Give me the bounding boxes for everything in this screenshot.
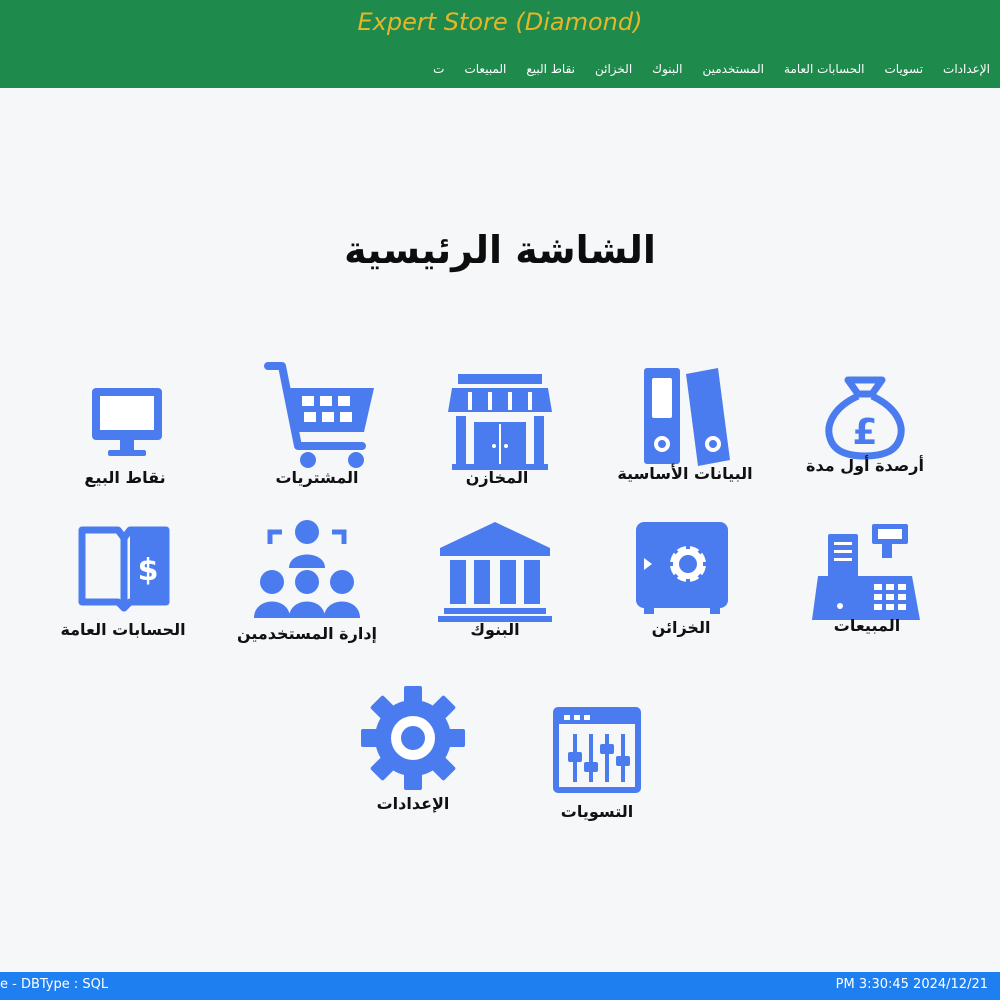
tile-pos[interactable]: نقاط البيع — [40, 380, 210, 530]
main-dashboard: الشاشة الرئيسية £ أرصدة أول مدة البيانات… — [0, 88, 1000, 972]
tile-label: البنوك — [470, 620, 520, 639]
menu-item-sales[interactable]: المبيعات — [454, 62, 516, 76]
tile-label: نقاط البيع — [84, 468, 166, 487]
tile-label: الإعدادات — [376, 794, 450, 813]
menu-item-general-accounts[interactable]: الحسابات العامة — [774, 62, 875, 76]
menu-item-banks[interactable]: البنوك — [642, 62, 692, 76]
tile-label: المبيعات — [833, 616, 901, 635]
tile-general-accounts[interactable]: $ الحسابات العامة — [38, 524, 208, 674]
menu-item-treasuries[interactable]: الخزائن — [585, 62, 642, 76]
menu-item-partial[interactable]: ت — [423, 62, 454, 76]
bank-icon — [438, 522, 552, 622]
tile-label: الحسابات العامة — [60, 620, 186, 639]
tile-label: إدارة المستخدمين — [236, 624, 378, 643]
tile-banks[interactable]: البنوك — [410, 520, 580, 670]
binders-icon — [644, 368, 730, 466]
tile-purchases[interactable]: المشتريات — [232, 360, 402, 510]
users-icon — [254, 520, 360, 618]
tile-basic-data[interactable]: البيانات الأساسية — [600, 364, 770, 514]
header-bar: Expert Store (Diamond) ت المبيعات نقاط ا… — [0, 0, 1000, 88]
tile-user-management[interactable]: إدارة المستخدمين — [222, 520, 392, 670]
menu-item-users[interactable]: المستخدمين — [693, 62, 774, 76]
tile-label: الخزائن — [651, 618, 711, 637]
tile-settlements[interactable]: التسويات — [512, 706, 682, 856]
tile-label: المشتريات — [275, 468, 359, 487]
shopping-cart-icon — [264, 362, 374, 468]
menu-item-settings[interactable]: الإعدادات — [933, 62, 1000, 76]
menu-item-pos[interactable]: نقاط البيع — [516, 62, 585, 76]
tile-label: التسويات — [560, 802, 634, 821]
menu-bar: ت المبيعات نقاط البيع الخزائن البنوك الم… — [423, 58, 1000, 80]
svg-text:£: £ — [852, 412, 877, 453]
status-datetime: PM 3:30:45 2024/12/21 — [835, 977, 988, 992]
tile-treasuries[interactable]: الخزائن — [596, 522, 766, 672]
svg-text:$: $ — [138, 553, 159, 588]
tile-warehouses[interactable]: المخازن — [412, 370, 582, 520]
menu-item-settlements[interactable]: تسويات — [875, 62, 934, 76]
tile-label: أرصدة أول مدة — [806, 456, 924, 475]
tile-opening-balances[interactable]: £ أرصدة أول مدة — [780, 360, 950, 510]
tile-label: المخازن — [465, 468, 529, 487]
page-title: الشاشة الرئيسية — [344, 228, 656, 272]
app-title: Expert Store (Diamond) — [357, 8, 643, 36]
tile-settings[interactable]: الإعدادات — [328, 686, 498, 836]
gear-icon — [361, 686, 465, 790]
tile-sales[interactable]: المبيعات — [782, 520, 952, 670]
status-db-type: e - DBType : SQL — [0, 977, 109, 992]
tile-label: البيانات الأساسية — [617, 464, 753, 483]
status-bar: e - DBType : SQL PM 3:30:45 2024/12/21 — [0, 972, 1000, 1000]
